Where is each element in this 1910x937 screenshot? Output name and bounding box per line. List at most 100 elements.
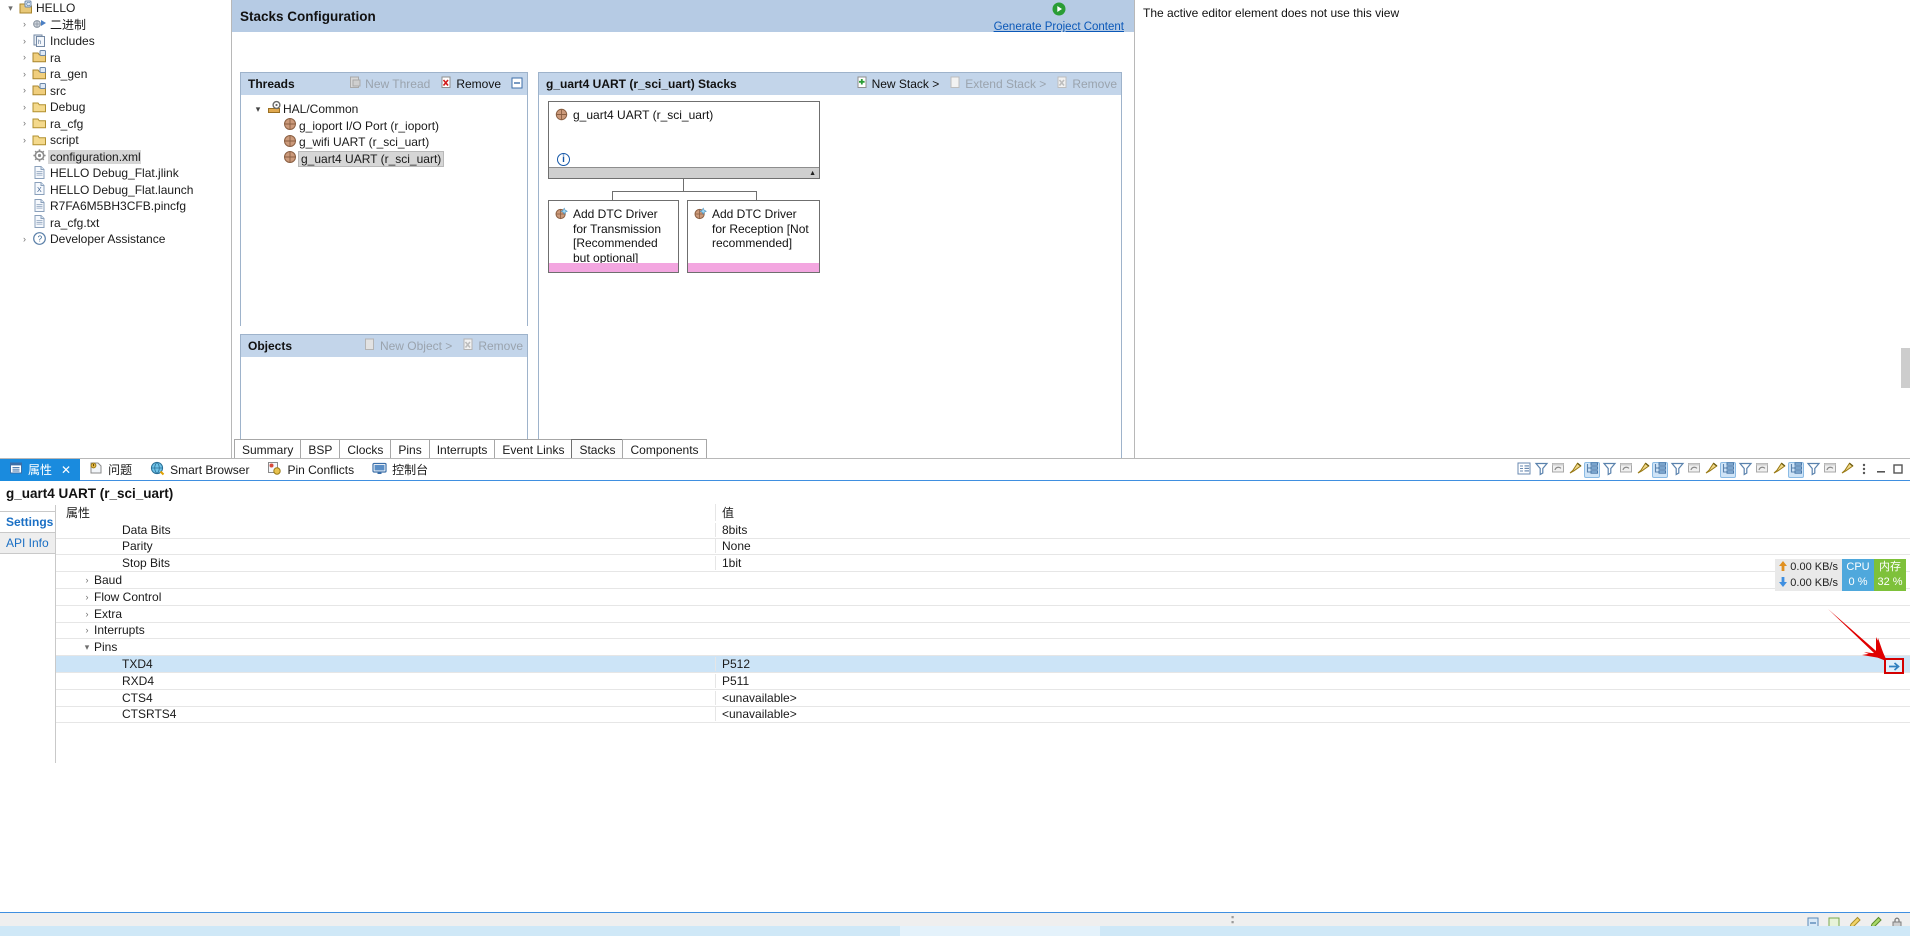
tree-icon-button[interactable]: [1788, 462, 1804, 478]
view-toolbar[interactable]: [1516, 459, 1906, 481]
restore-icon-button[interactable]: [1822, 462, 1838, 478]
editor-tab-summary[interactable]: Summary: [234, 439, 302, 458]
editor-tab-pins[interactable]: Pins: [390, 439, 430, 458]
editor-tab-clocks[interactable]: Clocks: [339, 439, 392, 458]
new-stack-button[interactable]: New Stack >: [856, 76, 939, 92]
restore-icon-button[interactable]: [1550, 462, 1566, 478]
extend-stack-button[interactable]: Extend Stack >: [949, 76, 1046, 92]
pin-icon-button[interactable]: [1567, 462, 1583, 478]
new-view-icon-button[interactable]: [1516, 462, 1532, 478]
property-row[interactable]: RXD4 P511: [56, 673, 1910, 690]
stacks-canvas[interactable]: g_uart4 UART (r_sci_uart) i ▲ Add DTC Dr…: [539, 95, 1121, 459]
view-tab-smart-browser[interactable]: Smart Browser: [141, 459, 258, 481]
property-value-cell[interactable]: <unavailable>: [715, 690, 1910, 705]
chevron-icon[interactable]: ›: [18, 86, 31, 95]
project-tree-item[interactable]: › src: [0, 83, 231, 100]
chevron-icon[interactable]: ›: [80, 592, 94, 602]
project-tree-item[interactable]: › ra_cfg: [0, 116, 231, 133]
new-object-button[interactable]: New Object >: [364, 338, 452, 354]
pin-icon-button[interactable]: [1635, 462, 1651, 478]
view-menu-icon-button[interactable]: [1856, 462, 1872, 478]
editor-tab-event-links[interactable]: Event Links: [494, 439, 573, 458]
project-tree-item[interactable]: › 二进制: [0, 17, 231, 34]
editor-tab-components[interactable]: Components: [622, 439, 707, 458]
close-icon[interactable]: ✕: [61, 463, 71, 477]
thread-tree-item[interactable]: g_wifi UART (r_sci_uart): [245, 134, 523, 151]
project-tree-item[interactable]: configuration.xml: [0, 149, 231, 166]
project-tree[interactable]: ▾ C HELLO › 二进制 › h Includes › ra › ra_gen › src › Debu…: [0, 0, 231, 248]
property-value-cell[interactable]: P511: [715, 673, 1910, 688]
property-value-cell[interactable]: P512: [715, 657, 1910, 672]
property-row[interactable]: CTSRTS4 <unavailable>: [56, 707, 1910, 724]
collapse-all-button[interactable]: [511, 77, 523, 92]
property-row[interactable]: › Interrupts: [56, 623, 1910, 640]
thread-tree-item[interactable]: ▾ HAL/Common: [245, 101, 523, 118]
project-tree-item[interactable]: ›? Developer Assistance: [0, 231, 231, 248]
editor-tab-stacks[interactable]: Stacks: [571, 439, 624, 458]
info-icon[interactable]: i: [557, 153, 570, 166]
project-tree-item[interactable]: HELLO Debug_Flat.jlink: [0, 165, 231, 182]
minimize-icon-button[interactable]: [1873, 462, 1889, 478]
restore-icon-button[interactable]: [1686, 462, 1702, 478]
chevron-icon[interactable]: ▾: [80, 642, 94, 653]
property-row[interactable]: › Baud: [56, 572, 1910, 589]
property-value-cell[interactable]: None: [715, 539, 1910, 554]
threads-tree[interactable]: ▾ HAL/Common g_ioport I/O Port (r_ioport) g…: [241, 95, 527, 326]
generate-project-content-link[interactable]: Generate Project Content: [994, 2, 1124, 34]
stack-module-dtc-transmission[interactable]: Add DTC Driver for Transmission [Recomme…: [548, 200, 679, 273]
chevron-icon[interactable]: ▾: [251, 104, 265, 115]
property-row[interactable]: ▾ Pins: [56, 639, 1910, 657]
project-tree-item[interactable]: › script: [0, 132, 231, 149]
editor-tab-interrupts[interactable]: Interrupts: [428, 439, 496, 458]
project-tree-item[interactable]: ▾ C HELLO: [0, 0, 231, 17]
view-tab-pin-conflicts[interactable]: Pin Conflicts: [258, 459, 363, 481]
property-value-cell[interactable]: 8bits: [715, 522, 1910, 537]
property-row[interactable]: Stop Bits 1bit: [56, 555, 1910, 573]
project-tree-item[interactable]: › h Includes: [0, 33, 231, 50]
stack-module-dtc-reception[interactable]: Add DTC Driver for Reception [Not recomm…: [687, 200, 820, 273]
pin-icon-button[interactable]: [1771, 462, 1787, 478]
chevron-icon[interactable]: ›: [80, 625, 94, 635]
project-tree-item[interactable]: › ra: [0, 50, 231, 67]
performance-widget[interactable]: 0.00 KB/s 0.00 KB/s CPU 0 % 内存 32 %: [1775, 559, 1906, 591]
remove-stack-button[interactable]: Remove: [1056, 76, 1117, 92]
property-row[interactable]: › Flow Control: [56, 589, 1910, 606]
property-value-cell[interactable]: 1bit: [715, 556, 1910, 571]
chevron-icon[interactable]: ›: [18, 69, 31, 79]
editor-tab-bar[interactable]: Summary BSP Clocks Pins Interrupts Event Link…: [234, 439, 707, 458]
chevron-icon[interactable]: ›: [18, 20, 31, 29]
properties-side-tab-settings[interactable]: Settings: [0, 511, 55, 533]
chevron-icon[interactable]: ▾: [4, 3, 17, 13]
view-tab-properties[interactable]: 属性 ✕: [0, 458, 81, 481]
view-tab-bar[interactable]: 属性 ✕ 问题 Smart Browser Pin Conflicts 控制台: [0, 458, 1910, 481]
vertical-scrollbar-thumb[interactable]: [1901, 348, 1910, 388]
properties-table[interactable]: 属性 值 Data Bits 8bits Parity None Stop Bits 1b…: [56, 504, 1910, 763]
properties-side-tab-api-info[interactable]: API Info: [0, 533, 55, 554]
chevron-icon[interactable]: ›: [18, 119, 31, 128]
filter-icon-button[interactable]: [1533, 462, 1549, 478]
chevron-icon[interactable]: ›: [80, 609, 94, 619]
chevron-icon[interactable]: ›: [18, 53, 31, 62]
stack-module-scrollbar[interactable]: ▲: [549, 167, 819, 178]
remove-object-button[interactable]: Remove: [462, 338, 523, 354]
filter-icon-button[interactable]: [1601, 462, 1617, 478]
thread-tree-item[interactable]: g_uart4 UART (r_sci_uart): [245, 150, 523, 168]
property-row[interactable]: TXD4 P512: [56, 656, 1910, 673]
maximize-icon-button[interactable]: [1890, 462, 1906, 478]
view-tab-console[interactable]: 控制台: [363, 459, 437, 481]
editor-tab-bsp[interactable]: BSP: [300, 439, 341, 458]
chevron-icon[interactable]: ›: [18, 36, 31, 46]
project-tree-item[interactable]: › ra_gen: [0, 66, 231, 83]
property-value-cell[interactable]: <unavailable>: [715, 707, 1910, 722]
stack-module-uart[interactable]: g_uart4 UART (r_sci_uart) i ▲: [548, 101, 820, 179]
thread-tree-item[interactable]: g_ioport I/O Port (r_ioport): [245, 118, 523, 135]
project-tree-item[interactable]: ra_cfg.txt: [0, 215, 231, 232]
project-tree-item[interactable]: R7FA6M5BH3CFB.pincfg: [0, 198, 231, 215]
chevron-icon[interactable]: ›: [18, 234, 31, 244]
restore-icon-button[interactable]: [1618, 462, 1634, 478]
tree-icon-button[interactable]: [1720, 462, 1736, 478]
project-tree-item[interactable]: › Debug: [0, 99, 231, 116]
filter-icon-button[interactable]: [1805, 462, 1821, 478]
properties-side-tabs[interactable]: Settings API Info: [0, 505, 56, 763]
edit-value-button[interactable]: [1884, 658, 1904, 674]
